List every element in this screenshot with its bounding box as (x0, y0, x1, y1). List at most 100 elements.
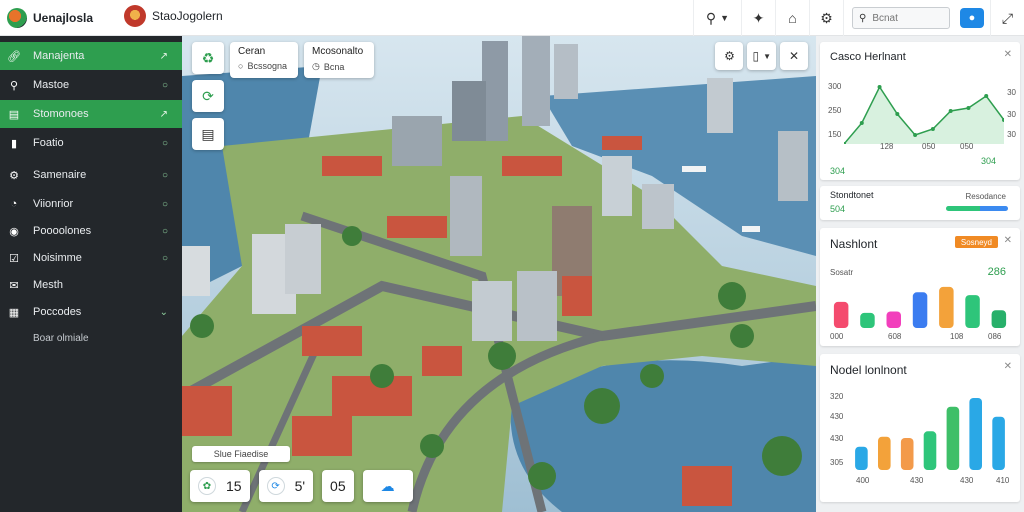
sidebar-item-6[interactable]: ◉ Poooolones ○ (0, 217, 182, 245)
y-tick: 430 (830, 412, 844, 421)
brand-logo-icon (7, 8, 27, 28)
brand[interactable]: Uenajlosla (0, 0, 108, 36)
bar-0 (855, 446, 868, 470)
layers-tool-button[interactable]: ▤ (192, 118, 224, 150)
app-window: Uenajlosla StaoJogolern ⚲ ▼ ✦ ⌂ ⚙ ⚲ ● ⤢ (0, 0, 1024, 512)
map-info-card-2[interactable]: Mcosonalto ◷ Bcna (304, 42, 374, 78)
card-title: Nashlont (830, 237, 878, 251)
stat-card-2[interactable]: ⟳ 5' (258, 470, 314, 502)
x-tick: 430 (910, 476, 924, 485)
map-view[interactable]: ♻ ⟳ ▤ Ceran ○ Bcssogna Mcosonalto ◷ Bcna… (182, 36, 816, 512)
close-icon[interactable]: ✕ (1004, 361, 1012, 372)
list-icon: ▤ (8, 108, 20, 121)
app-title: StaoJogolern (152, 9, 223, 23)
y-tick: 250 (828, 106, 842, 115)
sidebar-item-7[interactable]: ☑ Noisimme ○ (0, 244, 182, 272)
check-icon: ☑ (9, 252, 19, 265)
stat-value: 15 (226, 478, 242, 494)
sidebar-item-2[interactable]: ▤ Stomonoes ↗ (0, 100, 182, 128)
expand-button[interactable]: ⤢ (990, 0, 1024, 36)
progress-track (946, 206, 1008, 211)
sidebar-item-3[interactable]: ▮ Foatio ○ (0, 129, 182, 157)
x-tick: 108 (950, 332, 964, 341)
recycle-icon: ♻ (201, 49, 215, 66)
y-tick-right: 30 (1007, 88, 1016, 97)
brand-title: Uenajlosla (33, 11, 94, 25)
stat-value: 05 (330, 478, 346, 494)
bar-1 (860, 312, 875, 328)
gear-icon: ⚙ (820, 9, 833, 26)
bar-3 (912, 292, 928, 328)
data-point-8 (984, 94, 989, 98)
bar-5 (965, 295, 980, 328)
recycle-tool-button[interactable]: ♻ (192, 42, 224, 74)
data-point-7 (966, 106, 971, 110)
search-icon: ⚲ (9, 79, 19, 92)
stat-card-1[interactable]: ✿ 15 (190, 470, 250, 502)
data-point-2 (877, 85, 882, 89)
layout-icon: ▯ (752, 49, 760, 63)
area-fill (844, 87, 1004, 144)
folder-icon: ▦ (8, 306, 20, 319)
settings-button[interactable]: ⚙ (809, 0, 843, 36)
sidebar-item-8[interactable]: ✉ Mesth (0, 271, 182, 299)
search-box[interactable]: ⚲ (852, 7, 950, 29)
sidebar-item-5[interactable]: ◔ Viionrior ○ (0, 190, 182, 218)
stat-card-4[interactable]: ☁ (362, 470, 413, 502)
data-point-5 (930, 127, 935, 131)
bar-chart-1 (833, 286, 1007, 328)
close-icon[interactable]: ✕ (1004, 49, 1012, 60)
status-dot-icon: ○ (161, 198, 168, 210)
close-icon[interactable]: ✕ (1004, 235, 1012, 246)
sidebar-item-4[interactable]: ⚙ Samenaire ○ (0, 161, 182, 189)
x-tick: 050 (960, 142, 974, 151)
sidebar-item-label: Stomonoes (33, 108, 89, 120)
x-tick: 430 (960, 476, 974, 485)
card-title: Casco Herlnant (830, 51, 906, 63)
card-title: Stondtonet (830, 190, 874, 200)
map-settings-button[interactable]: ⚙ (715, 42, 744, 70)
home-button[interactable]: ⌂ (775, 0, 809, 36)
notification-button[interactable]: ● (960, 8, 984, 28)
chevron-down-icon: ▼ (763, 51, 771, 61)
tag-button[interactable]: ✦ (741, 0, 775, 36)
route-tool-button[interactable]: ⟳ (192, 80, 224, 112)
sidebar: 🔗︎ Manajenta ↗ ⚲ Mastoe ○ ▤ Stomonoes ↗ … (0, 36, 182, 512)
x-tick: 400 (856, 476, 870, 485)
map-caption: Slue Fiaedise (192, 446, 290, 462)
close-icon: ✕ (788, 49, 800, 63)
home-icon: ⌂ (788, 10, 797, 26)
radio-icon: ○ (238, 61, 244, 71)
search-input[interactable] (872, 12, 943, 24)
sidebar-item-9[interactable]: ▦ Poccodes ⌄ (0, 298, 182, 326)
chevron-down-icon: ⌄ (159, 306, 168, 318)
sidebar-item-0[interactable]: 🔗︎ Manajenta ↗ (0, 42, 182, 70)
info-card-sub: ○ Bcssogna (238, 61, 290, 71)
chevron-down-icon: ▼ (720, 13, 730, 23)
map-close-button[interactable]: ✕ (780, 42, 808, 70)
status-badge[interactable]: Sosneyd (954, 236, 998, 248)
info-card-sub-text: Bcssogna (247, 61, 287, 71)
map-tools: ♻ ⟳ ▤ (192, 42, 224, 150)
arrow-icon: ↗ (159, 108, 168, 120)
x-tick: 050 (922, 142, 936, 151)
map-info-card-1[interactable]: Ceran ○ Bcssogna (230, 42, 298, 78)
stat-value: 5' (294, 478, 306, 494)
x-tick: 086 (988, 332, 1002, 341)
bar-6 (992, 416, 1005, 470)
sidebar-item-label: Poccodes (33, 306, 82, 318)
search-dropdown-button[interactable]: ⚲ ▼ (693, 0, 741, 36)
leaf-icon: ✿ (198, 477, 216, 495)
footer-right-value: 304 (980, 156, 996, 166)
bar-6 (991, 310, 1007, 328)
arrow-icon: ↗ (159, 50, 168, 62)
sidebar-footer[interactable]: Boar olmiale (33, 333, 89, 344)
map-layout-dropdown[interactable]: ▯ ▼ (747, 42, 776, 70)
stat-card-3[interactable]: 05 (322, 470, 354, 502)
sidebar-item-label: Manajenta (33, 50, 85, 62)
sidebar-item-1[interactable]: ⚲ Mastoe ○ (0, 71, 182, 99)
sidebar-item-label: Foatio (33, 137, 64, 149)
data-point-1 (859, 121, 864, 125)
legend-right: 286 (987, 266, 1006, 278)
right-panel: Casco Herlnant ✕ 300 250 150 30 30 30 12… (816, 36, 1024, 512)
